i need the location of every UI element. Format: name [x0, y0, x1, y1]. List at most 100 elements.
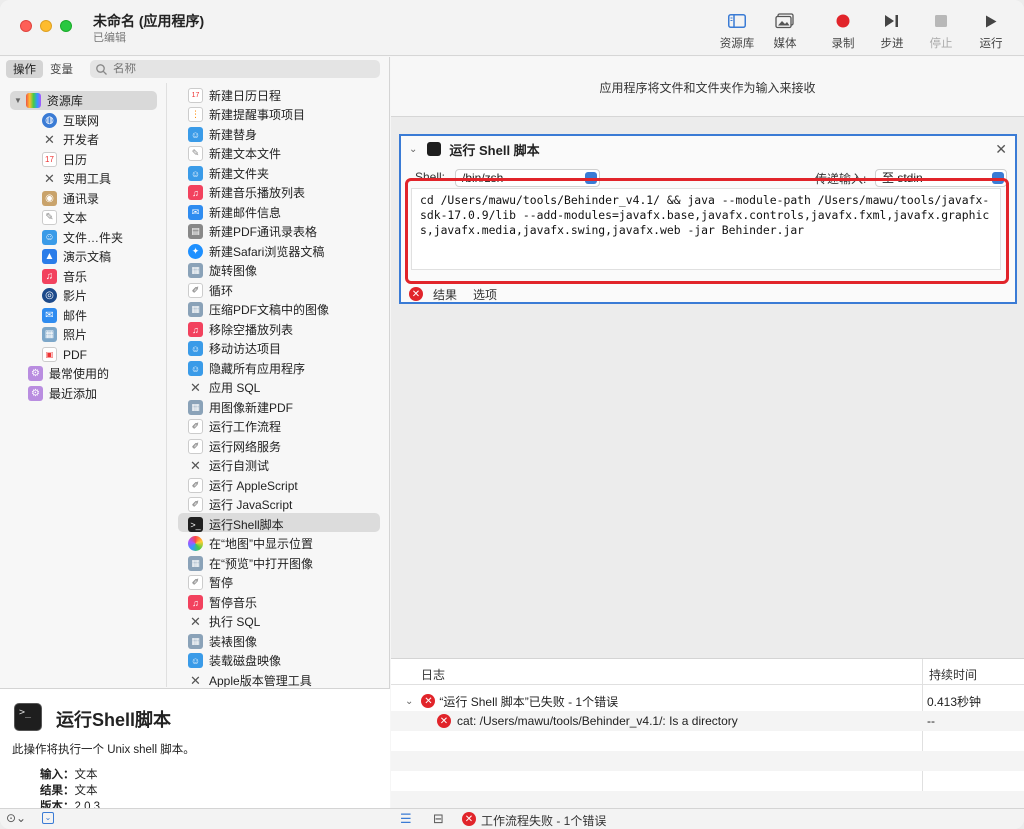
action-item[interactable]: ✎ 新建文本文件 — [188, 144, 281, 163]
action-label: 装载磁盘映像 — [209, 654, 282, 668]
close-window-button[interactable] — [20, 20, 32, 32]
chevron-down-icon[interactable]: ⌄ — [409, 144, 417, 155]
action-label: 新建日历日程 — [209, 89, 282, 103]
automator-icon: ✐ — [188, 283, 203, 298]
log-row[interactable]: ⌄ ✕ “运行 Shell 脚本”已失败 - 1个错误 0.413秒钟 — [391, 691, 1024, 711]
action-item[interactable]: ▦ 压缩PDF文稿中的图像 — [188, 300, 329, 319]
media-toolbar-button[interactable]: 媒体 — [760, 10, 810, 51]
mail-icon: ✉ — [188, 205, 203, 220]
tab-variables[interactable]: 变量 — [43, 60, 80, 78]
action-item[interactable]: ☺ 新建替身 — [188, 125, 257, 144]
search-field[interactable] — [90, 60, 380, 78]
library-item-utilities[interactable]: ✕ 实用工具 — [42, 169, 111, 188]
tools-icon: ✕ — [190, 379, 201, 395]
finder-icon: ☺ — [188, 653, 203, 668]
action-label: 用图像新建PDF — [209, 401, 294, 415]
action-item[interactable]: ✐ 暂停 — [188, 573, 233, 592]
tab-results[interactable]: 结果 — [433, 286, 457, 303]
split-view-icon[interactable]: ⊟ — [433, 811, 444, 827]
action-label: 应用 SQL — [209, 381, 261, 395]
library-segmented-control: 操作 变量 — [6, 60, 80, 78]
library-item-root[interactable]: ▼ 资源库 — [14, 91, 83, 110]
action-item[interactable]: ▦ 在“预览”中打开图像 — [188, 554, 313, 573]
library-item-developer[interactable]: ✕ 开发者 — [42, 130, 99, 149]
library-item-mail[interactable]: ✉ 邮件 — [42, 306, 87, 325]
action-item[interactable]: ✐ 循环 — [188, 281, 233, 300]
library-item-recently-added[interactable]: ⚙ 最近添加 — [28, 384, 97, 403]
library-item-internet[interactable]: ◍ 互联网 — [42, 111, 99, 130]
library-item-most-used[interactable]: ⚙ 最常使用的 — [28, 364, 109, 383]
stop-toolbar-button[interactable]: 停止 — [916, 10, 966, 51]
action-item[interactable]: ☺ 新建文件夹 — [188, 164, 269, 183]
action-item[interactable]: 在“地图”中显示位置 — [188, 534, 313, 553]
workflow-status: 工作流程失败 - 1个错误 — [481, 814, 607, 828]
preview-icon: ▦ — [188, 556, 203, 571]
action-item[interactable]: ▦ 旋转图像 — [188, 261, 257, 280]
title-bar: 未命名 (应用程序) 已编辑 资源库 媒体 录制 步进 停止 运行 — [0, 0, 1024, 56]
minimize-window-button[interactable] — [40, 20, 52, 32]
library-item-files-folders[interactable]: ☺ 文件…件夹 — [42, 228, 123, 247]
action-item[interactable]: ✐ 运行工作流程 — [188, 417, 281, 436]
action-item[interactable]: ⋮ 新建提醒事项项目 — [188, 105, 305, 124]
log-row[interactable]: ✕ cat: /Users/mawu/tools/Behinder_v4.1/:… — [391, 711, 1024, 731]
action-item[interactable]: ▦ 装裱图像 — [188, 632, 257, 651]
action-item-run-shell-script[interactable]: >_ 运行Shell脚本 — [188, 515, 284, 534]
actions-list: 17 新建日历日程 ⋮ 新建提醒事项项目 ☺ 新建替身 ✎ 新建文本文件 ☺ 新建文件夹 … — [168, 83, 390, 687]
action-item[interactable]: ✕ Apple版本管理工具 — [188, 671, 312, 688]
step-toolbar-button[interactable]: 步进 — [867, 10, 917, 51]
action-item[interactable]: ▤ 新建PDF通讯录表格 — [188, 222, 317, 241]
action-item[interactable]: ✦ 新建Safari浏览器文稿 — [188, 242, 324, 261]
preview-icon: ▦ — [188, 400, 203, 415]
record-toolbar-button[interactable]: 录制 — [818, 10, 868, 51]
action-label: 运行自测试 — [209, 459, 270, 473]
music-icon: ♫ — [188, 322, 203, 337]
action-item[interactable]: ▦ 用图像新建PDF — [188, 398, 293, 417]
tab-actions[interactable]: 操作 — [6, 60, 43, 78]
tab-options[interactable]: 选项 — [473, 286, 497, 303]
duration-column-header[interactable]: 持续时间 — [929, 666, 977, 683]
zoom-window-button[interactable] — [60, 20, 72, 32]
action-item[interactable]: ✐ 运行 JavaScript — [188, 495, 292, 514]
library-item-label: 影片 — [63, 289, 88, 303]
log-column-header[interactable]: 日志 — [421, 666, 445, 683]
action-item[interactable]: ☺ 隐藏所有应用程序 — [188, 359, 305, 378]
library-item-label: 邮件 — [63, 309, 88, 323]
action-item[interactable]: ✕ 运行自测试 — [188, 456, 269, 475]
keynote-icon: ▲ — [42, 249, 57, 264]
library-item-text[interactable]: ✎ 文本 — [42, 208, 87, 227]
action-item[interactable]: ☺ 装载磁盘映像 — [188, 651, 281, 670]
action-item[interactable]: ☺ 移动访达项目 — [188, 339, 281, 358]
action-item[interactable]: 17 新建日历日程 — [188, 86, 281, 105]
action-item[interactable]: ♫ 移除空播放列表 — [188, 320, 293, 339]
chevron-down-icon[interactable]: ⌄ — [405, 696, 413, 707]
library-item-calendar[interactable]: 17 日历 — [42, 150, 87, 169]
description-title: 运行Shell脚本 — [56, 710, 172, 730]
search-input[interactable] — [113, 63, 353, 75]
run-shell-script-action[interactable]: ⌄ 运行 Shell 脚本 ✕ Shell: /bin/zsh 传递输入: 至 … — [399, 134, 1017, 304]
action-item[interactable]: ✕ 执行 SQL — [188, 612, 260, 631]
tools-icon: ✕ — [190, 613, 201, 629]
action-item[interactable]: ✐ 运行网络服务 — [188, 437, 281, 456]
description-toggle-icon[interactable]: ⌄ — [42, 812, 54, 824]
run-toolbar-button[interactable]: 运行 — [966, 10, 1016, 51]
library-item-movies[interactable]: ◎ 影片 — [42, 286, 87, 305]
list-view-icon[interactable]: ☰ — [400, 811, 412, 827]
action-item[interactable]: ✐ 运行 AppleScript — [188, 476, 298, 495]
library-item-photos[interactable]: ▦ 照片 — [42, 325, 87, 344]
safari-icon: ✦ — [188, 244, 203, 259]
library-toolbar-button[interactable]: 资源库 — [712, 10, 762, 51]
action-item[interactable]: ✕ 应用 SQL — [188, 378, 260, 397]
action-item[interactable]: ♫ 新建音乐播放列表 — [188, 183, 305, 202]
library-item-label: 通讯录 — [63, 192, 100, 206]
action-label: 新建邮件信息 — [209, 206, 282, 220]
tools-icon: ✕ — [190, 457, 201, 473]
action-item[interactable]: ✉ 新建邮件信息 — [188, 203, 281, 222]
close-icon[interactable]: ✕ — [995, 141, 1007, 158]
action-menu-icon[interactable]: ⊙⌄ — [6, 811, 26, 825]
library-item-pdf[interactable]: ▣ PDF — [42, 345, 87, 364]
smart-folder-icon: ⚙ — [28, 366, 43, 381]
library-item-contacts[interactable]: ◉ 通讯录 — [42, 189, 99, 208]
library-item-music[interactable]: ♫ 音乐 — [42, 267, 87, 286]
library-item-presentations[interactable]: ▲ 演示文稿 — [42, 247, 111, 266]
action-item[interactable]: ♫ 暂停音乐 — [188, 593, 257, 612]
